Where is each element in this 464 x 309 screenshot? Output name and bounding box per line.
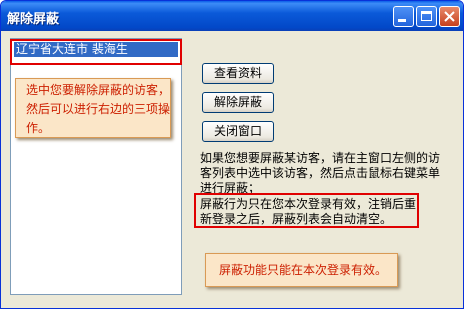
- maximize-button[interactable]: [416, 6, 437, 27]
- visitor-list[interactable]: 辽宁省大连市 裴海生: [10, 38, 182, 295]
- close-window-button[interactable]: 关闭窗口: [202, 121, 274, 142]
- maximize-icon: [421, 11, 432, 21]
- list-callout: 选中您要解除屏蔽的访客，然后可以进行右边的三项操作。: [15, 78, 171, 138]
- unblock-button[interactable]: 解除屏蔽: [202, 92, 274, 113]
- scope-note-text: 屏蔽行为只在您本次登录有效，注销后重新登录之后，屏蔽列表会自动清空。: [200, 197, 417, 226]
- instructions-text: 如果您想要屏蔽某访客，请在主窗口左侧的访客列表中选中该访客，然后点击鼠标右键菜单…: [200, 151, 441, 195]
- bottom-callout-text: 屏蔽功能只能在本次登录有效。: [219, 263, 388, 277]
- close-button[interactable]: [439, 6, 460, 27]
- unblock-dialog: 解除屏蔽 辽宁省大连市 裴海生 选中您要解除屏蔽的访客，然后可以进行右边的三项操…: [0, 0, 464, 309]
- view-profile-button[interactable]: 查看资料: [202, 63, 274, 84]
- bottom-callout: 屏蔽功能只能在本次登录有效。: [205, 253, 398, 287]
- minimize-button[interactable]: [393, 6, 414, 27]
- title-bar[interactable]: 解除屏蔽: [1, 1, 463, 31]
- list-callout-text: 选中您要解除屏蔽的访客，然后可以进行右边的三项操作。: [26, 83, 171, 135]
- selected-item-highlight-frame: [10, 39, 182, 65]
- window-title: 解除屏蔽: [7, 12, 60, 27]
- minimize-icon: [398, 19, 406, 22]
- close-icon: [444, 11, 455, 22]
